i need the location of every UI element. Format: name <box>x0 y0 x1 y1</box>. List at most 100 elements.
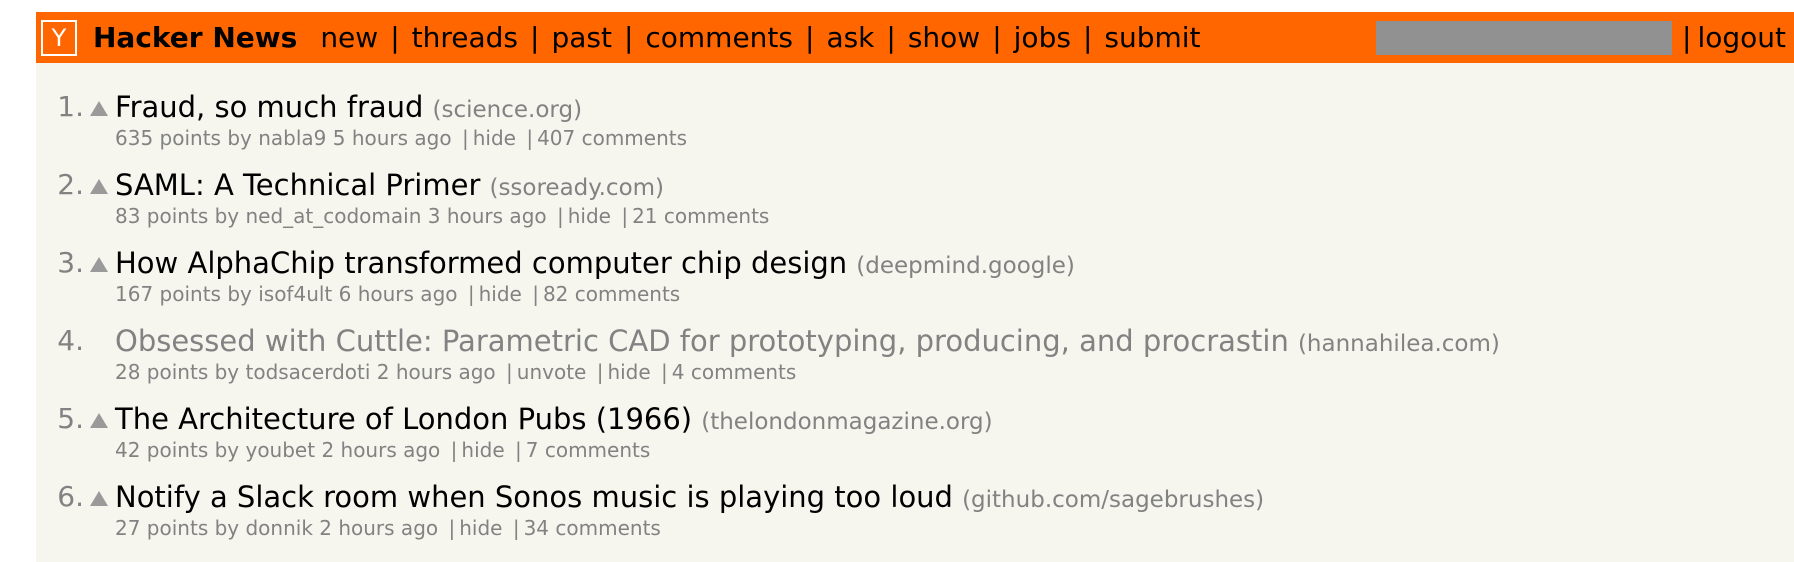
story-row: 2. SAML: A Technical Primer (ssoready.com… <box>36 168 1794 244</box>
subtext-separator: | <box>467 282 475 306</box>
comments-link[interactable]: 82 comments <box>543 282 680 306</box>
story-site-link[interactable]: (ssoready.com) <box>489 175 664 201</box>
nav-link-comments[interactable]: comments <box>645 21 793 54</box>
y-logo-icon[interactable]: Y <box>41 19 77 56</box>
story-site-link[interactable]: (github.com/sagebrushes) <box>962 487 1264 513</box>
site-name-link[interactable]: Hacker News <box>93 21 297 54</box>
story-user-link[interactable]: nabla9 <box>258 126 326 150</box>
story-user-link[interactable]: ned_at_codomain <box>245 204 421 228</box>
story-user-link[interactable]: isof4ult <box>258 282 332 306</box>
story-age-link[interactable]: 2 hours ago <box>377 360 496 384</box>
comments-link[interactable]: 21 comments <box>632 204 769 228</box>
nav-separator: | <box>623 21 634 54</box>
logo-letter: Y <box>51 23 67 52</box>
story-points: 28 points <box>115 360 209 384</box>
subtext-separator: | <box>532 282 539 306</box>
story-row: 1. Fraud, so much fraud (science.org) 635 … <box>36 90 1794 166</box>
nav-link-ask[interactable]: ask <box>826 21 874 54</box>
story-title-link[interactable]: SAML: A Technical Primer <box>115 168 480 202</box>
logout-link[interactable]: logout <box>1697 21 1786 54</box>
story-subtext: 635 points by nabla9 5 hours ago | hide |… <box>115 126 688 150</box>
comments-link[interactable]: 7 comments <box>526 438 651 462</box>
upvote-arrow-icon[interactable] <box>90 179 108 194</box>
story-subtext: 27 points by donnik 2 hours ago | hide | 3… <box>115 516 661 540</box>
story-age-link[interactable]: 3 hours ago <box>428 204 547 228</box>
nav-link-submit[interactable]: submit <box>1104 21 1200 54</box>
upvote-arrow-icon[interactable] <box>90 257 108 272</box>
subtext-separator: | <box>450 438 458 462</box>
story-points: 27 points <box>115 516 209 540</box>
nav-separator: | <box>886 21 896 54</box>
story-title-link[interactable]: How AlphaChip transformed computer chip … <box>115 246 847 280</box>
story-title-link[interactable]: The Architecture of London Pubs (1966) <box>115 402 692 436</box>
subtext-separator: | <box>556 204 564 228</box>
story-subtext: 28 points by todsacerdoti 2 hours ago | u… <box>115 360 797 384</box>
nav-separator: | <box>992 21 1002 54</box>
nav-separator: | <box>390 21 400 54</box>
story-points: 42 points <box>115 438 209 462</box>
nav-link-past[interactable]: past <box>551 21 612 54</box>
nav-separator: | <box>1682 21 1692 54</box>
subtext-separator: | <box>661 360 668 384</box>
story-age-link[interactable]: 6 hours ago <box>339 282 458 306</box>
subtext-separator: | <box>512 516 520 540</box>
story-site-link[interactable]: (science.org) <box>433 97 583 123</box>
story-title-link[interactable]: Notify a Slack room when Sonos music is … <box>115 480 953 514</box>
story-rank: 3. <box>57 246 84 279</box>
nav-separator: | <box>1082 21 1093 54</box>
story-rank: 1. <box>57 90 84 123</box>
subtext-separator: | <box>515 438 522 462</box>
subtext-separator: | <box>596 360 604 384</box>
subtext-separator: | <box>506 360 513 384</box>
story-title-link[interactable]: Fraud, so much fraud <box>115 90 423 124</box>
story-site-link[interactable]: (hannahilea.com) <box>1298 331 1500 357</box>
story-age-link[interactable]: 5 hours ago <box>333 126 452 150</box>
story-user-link[interactable]: donnik <box>245 516 312 540</box>
story-subtext: 42 points by youbet 2 hours ago | hide | 7… <box>115 438 651 462</box>
nav-separator: | <box>530 21 540 54</box>
story-points: 83 points <box>115 204 209 228</box>
hide-link[interactable]: hide <box>568 204 611 228</box>
comments-link[interactable]: 4 comments <box>672 360 797 384</box>
subtext-separator: | <box>461 126 469 150</box>
top-nav: new | threads | past | comments | ask | show | jobs |… <box>320 21 1200 54</box>
upvote-arrow-icon[interactable] <box>90 101 108 116</box>
unvote-link[interactable]: unvote <box>517 360 587 384</box>
subtext-separator: | <box>448 516 456 540</box>
story-user-link[interactable]: todsacerdoti <box>245 360 370 384</box>
story-subtext: 83 points by ned_at_codomain 3 hours ago… <box>115 204 770 228</box>
story-site-link[interactable]: (thelondonmagazine.org) <box>701 409 992 435</box>
story-row: 3. How AlphaChip transformed computer chi… <box>36 246 1794 322</box>
nav-link-new[interactable]: new <box>320 21 378 54</box>
top-bar: Y Hacker News new | threads | past | comments |… <box>36 12 1794 63</box>
story-points: 635 points <box>115 126 221 150</box>
story-user-link[interactable]: youbet <box>245 438 315 462</box>
story-age-link[interactable]: 2 hours ago <box>319 516 438 540</box>
story-points: 167 points <box>115 282 221 306</box>
hide-link[interactable]: hide <box>479 282 522 306</box>
hide-link[interactable]: hide <box>473 126 516 150</box>
comments-link[interactable]: 34 comments <box>524 516 661 540</box>
hide-link[interactable]: hide <box>459 516 502 540</box>
story-age-link[interactable]: 2 hours ago <box>321 438 440 462</box>
nav-link-threads[interactable]: threads <box>412 21 518 54</box>
nav-link-show[interactable]: show <box>908 21 980 54</box>
hn-page: Y Hacker News new | threads | past | comments |… <box>36 12 1794 562</box>
subtext-separator: | <box>526 126 534 150</box>
story-subtext: 167 points by isof4ult 6 hours ago | hide… <box>115 282 681 306</box>
story-row: 5. The Architecture of London Pubs (1966)… <box>36 402 1794 478</box>
upvote-arrow-icon[interactable] <box>90 413 108 428</box>
comments-link[interactable]: 407 comments <box>537 126 687 150</box>
subtext-separator: | <box>621 204 629 228</box>
redacted-username <box>1376 20 1673 55</box>
user-area: | logout <box>1376 12 1794 63</box>
hide-link[interactable]: hide <box>461 438 504 462</box>
story-site-link[interactable]: (deepmind.google) <box>856 253 1075 279</box>
nav-link-jobs[interactable]: jobs <box>1014 21 1071 54</box>
story-title-link[interactable]: Obsessed with Cuttle: Parametric CAD for… <box>115 324 1289 358</box>
story-rank: 2. <box>57 168 84 201</box>
upvote-arrow-icon[interactable] <box>90 491 108 506</box>
story-rank: 6. <box>57 480 84 513</box>
story-rank: 4. <box>57 324 84 357</box>
hide-link[interactable]: hide <box>607 360 650 384</box>
